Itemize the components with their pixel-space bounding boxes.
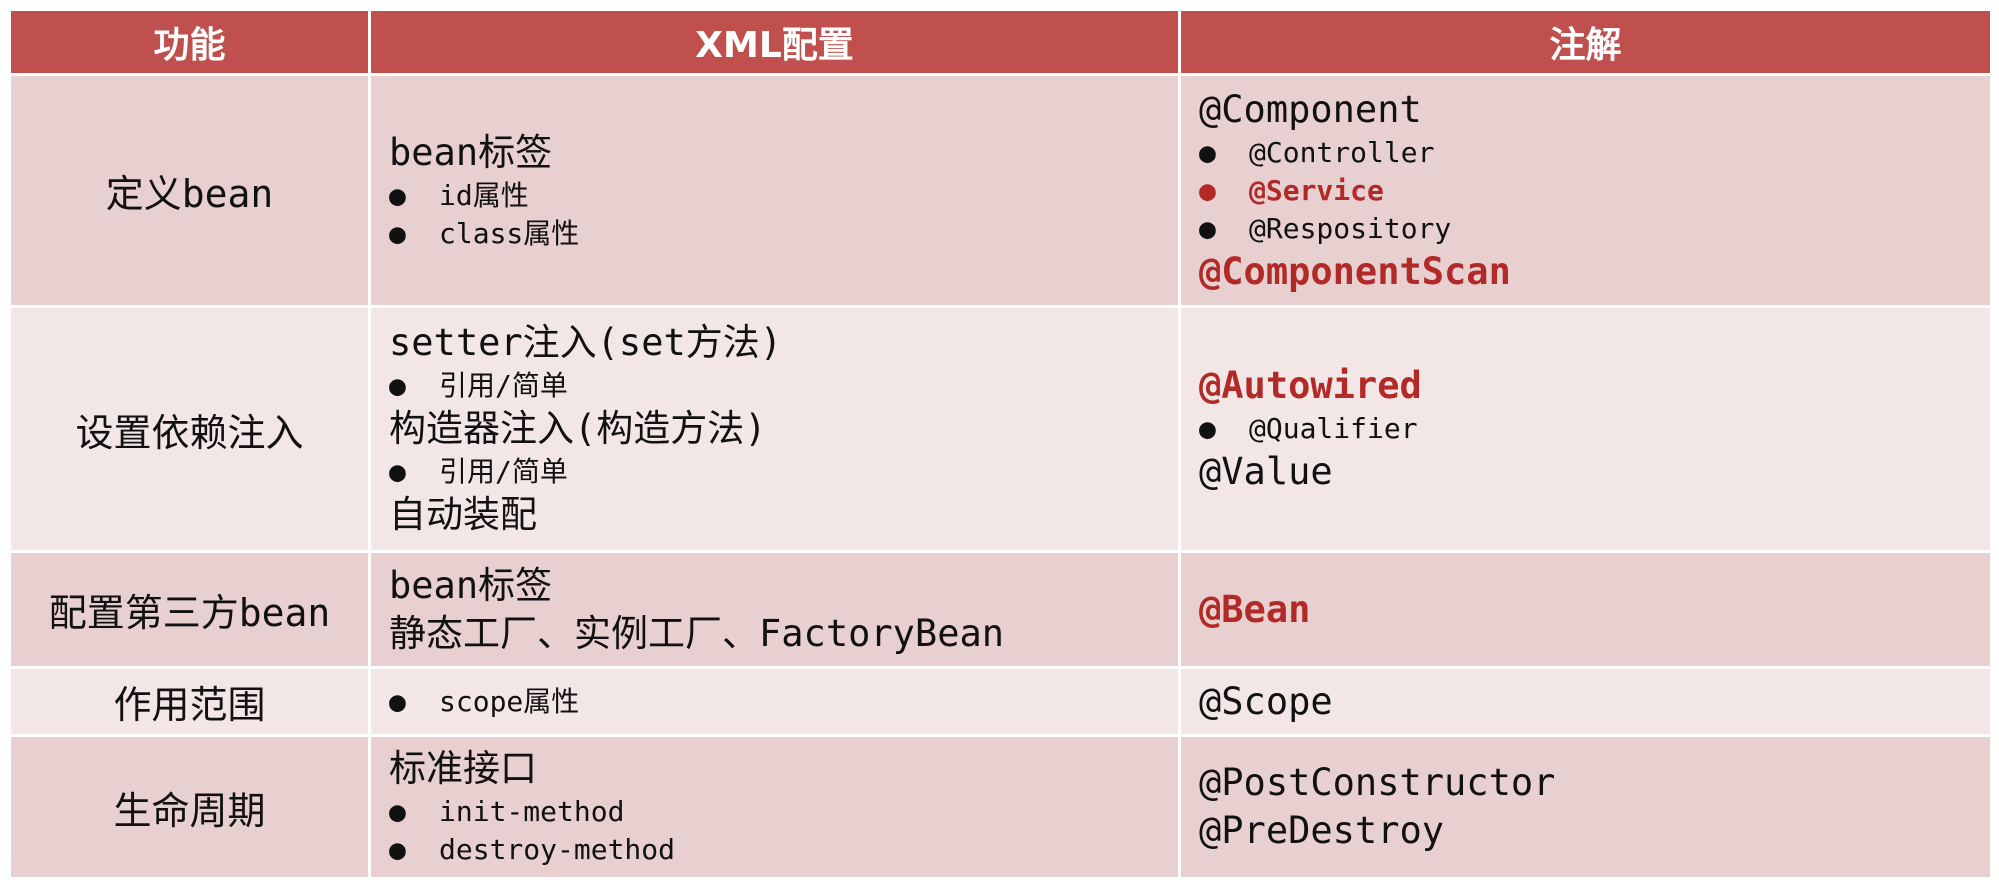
annotation-title-highlight: @Bean (1199, 587, 1311, 631)
bullet-icon: ● (1199, 211, 1216, 245)
list-item: ● destroy-method (389, 831, 1177, 869)
list-item: ● 引用/简单 (389, 453, 1177, 491)
feature-cell: 配置第三方bean (8, 550, 371, 669)
bullet-icon: ● (389, 369, 406, 402)
bullet-icon: ● (389, 216, 406, 250)
xml-title: bean标签 (389, 130, 553, 174)
xml-line: 构造器注入(构造方法) (389, 407, 767, 450)
comparison-table: 功能 XML配置 注解 定义bean bean标签 ● id属性 ● class属性… (8, 8, 1993, 880)
table-row-scope: 作用范围 ● scope属性 @Scope (8, 666, 1993, 737)
table-row-define-bean: 定义bean bean标签 ● id属性 ● class属性 @Component … (8, 73, 1993, 308)
annotation-cell: @Autowired ● @Qualifier @Value (1178, 305, 1993, 553)
annotation-title-highlight: @Autowired (1199, 364, 1422, 407)
xml-cell: bean标签 静态工厂、实例工厂、FactoryBean (368, 550, 1181, 669)
bullet-icon: ● (389, 178, 406, 212)
bullet-icon: ● (389, 833, 406, 866)
xml-line: bean标签 (389, 563, 553, 607)
feature-cell: 定义bean (8, 73, 371, 308)
header-annotation: 注解 (1178, 8, 1993, 76)
feature-cell: 作用范围 (8, 666, 371, 737)
bullet-icon: ● (1199, 173, 1216, 207)
list-item: ● @Qualifier (1199, 410, 1989, 448)
annotation-cell: @PostConstructor @PreDestroy (1178, 734, 1993, 880)
annotation-line: @PostConstructor (1199, 761, 1556, 804)
annotation-cell: @Scope (1178, 666, 1993, 737)
header-feature: 功能 (8, 8, 371, 76)
bullet-icon: ● (389, 455, 406, 488)
list-item: ● @Controller (1199, 134, 1989, 172)
feature-cell: 设置依赖注入 (8, 305, 371, 553)
table-row-dependency-injection: 设置依赖注入 setter注入(set方法) ● 引用/简单 构造器注入(构造方法… (8, 305, 1993, 553)
bullet-icon: ● (1199, 412, 1216, 445)
header-row: 功能 XML配置 注解 (8, 8, 1993, 76)
list-item: ● id属性 (389, 177, 1177, 215)
bullet-icon: ● (389, 684, 406, 718)
list-item: ● scope属性 (389, 683, 1177, 721)
annotation-extra: @Value (1199, 450, 1333, 493)
xml-line: 静态工厂、实例工厂、FactoryBean (389, 611, 1005, 655)
list-item: ● @Respository (1199, 210, 1989, 248)
annotation-title: @Component (1199, 87, 1422, 131)
xml-cell: 标准接口 ● init-method ● destroy-method (368, 734, 1181, 880)
annotation-title: @Scope (1199, 679, 1333, 723)
annotation-cell: @Bean (1178, 550, 1993, 669)
table-row-third-party-bean: 配置第三方bean bean标签 静态工厂、实例工厂、FactoryBean @… (8, 550, 1993, 669)
table-row-lifecycle: 生命周期 标准接口 ● init-method ● destroy-method @… (8, 734, 1993, 880)
xml-line: 自动装配 (389, 493, 537, 536)
annotation-cell: @Component ● @Controller ● @Service ● @Resp… (1178, 73, 1993, 308)
bullet-icon: ● (389, 795, 406, 828)
header-xml: XML配置 (368, 8, 1181, 76)
xml-line: setter注入(set方法) (389, 321, 783, 364)
annotation-line: @PreDestroy (1199, 809, 1445, 852)
bullet-icon: ● (1199, 135, 1216, 169)
list-item: ● class属性 (389, 215, 1177, 253)
annotation-extra-highlight: @ComponentScan (1199, 249, 1511, 293)
xml-cell: setter注入(set方法) ● 引用/简单 构造器注入(构造方法) ● 引用/简… (368, 305, 1181, 553)
xml-title: 标准接口 (389, 747, 537, 790)
list-item: ● 引用/简单 (389, 367, 1177, 405)
list-item: ● init-method (389, 793, 1177, 831)
xml-cell: bean标签 ● id属性 ● class属性 (368, 73, 1181, 308)
list-item-highlight: ● @Service (1199, 172, 1989, 210)
xml-cell: ● scope属性 (368, 666, 1181, 737)
feature-cell: 生命周期 (8, 734, 371, 880)
